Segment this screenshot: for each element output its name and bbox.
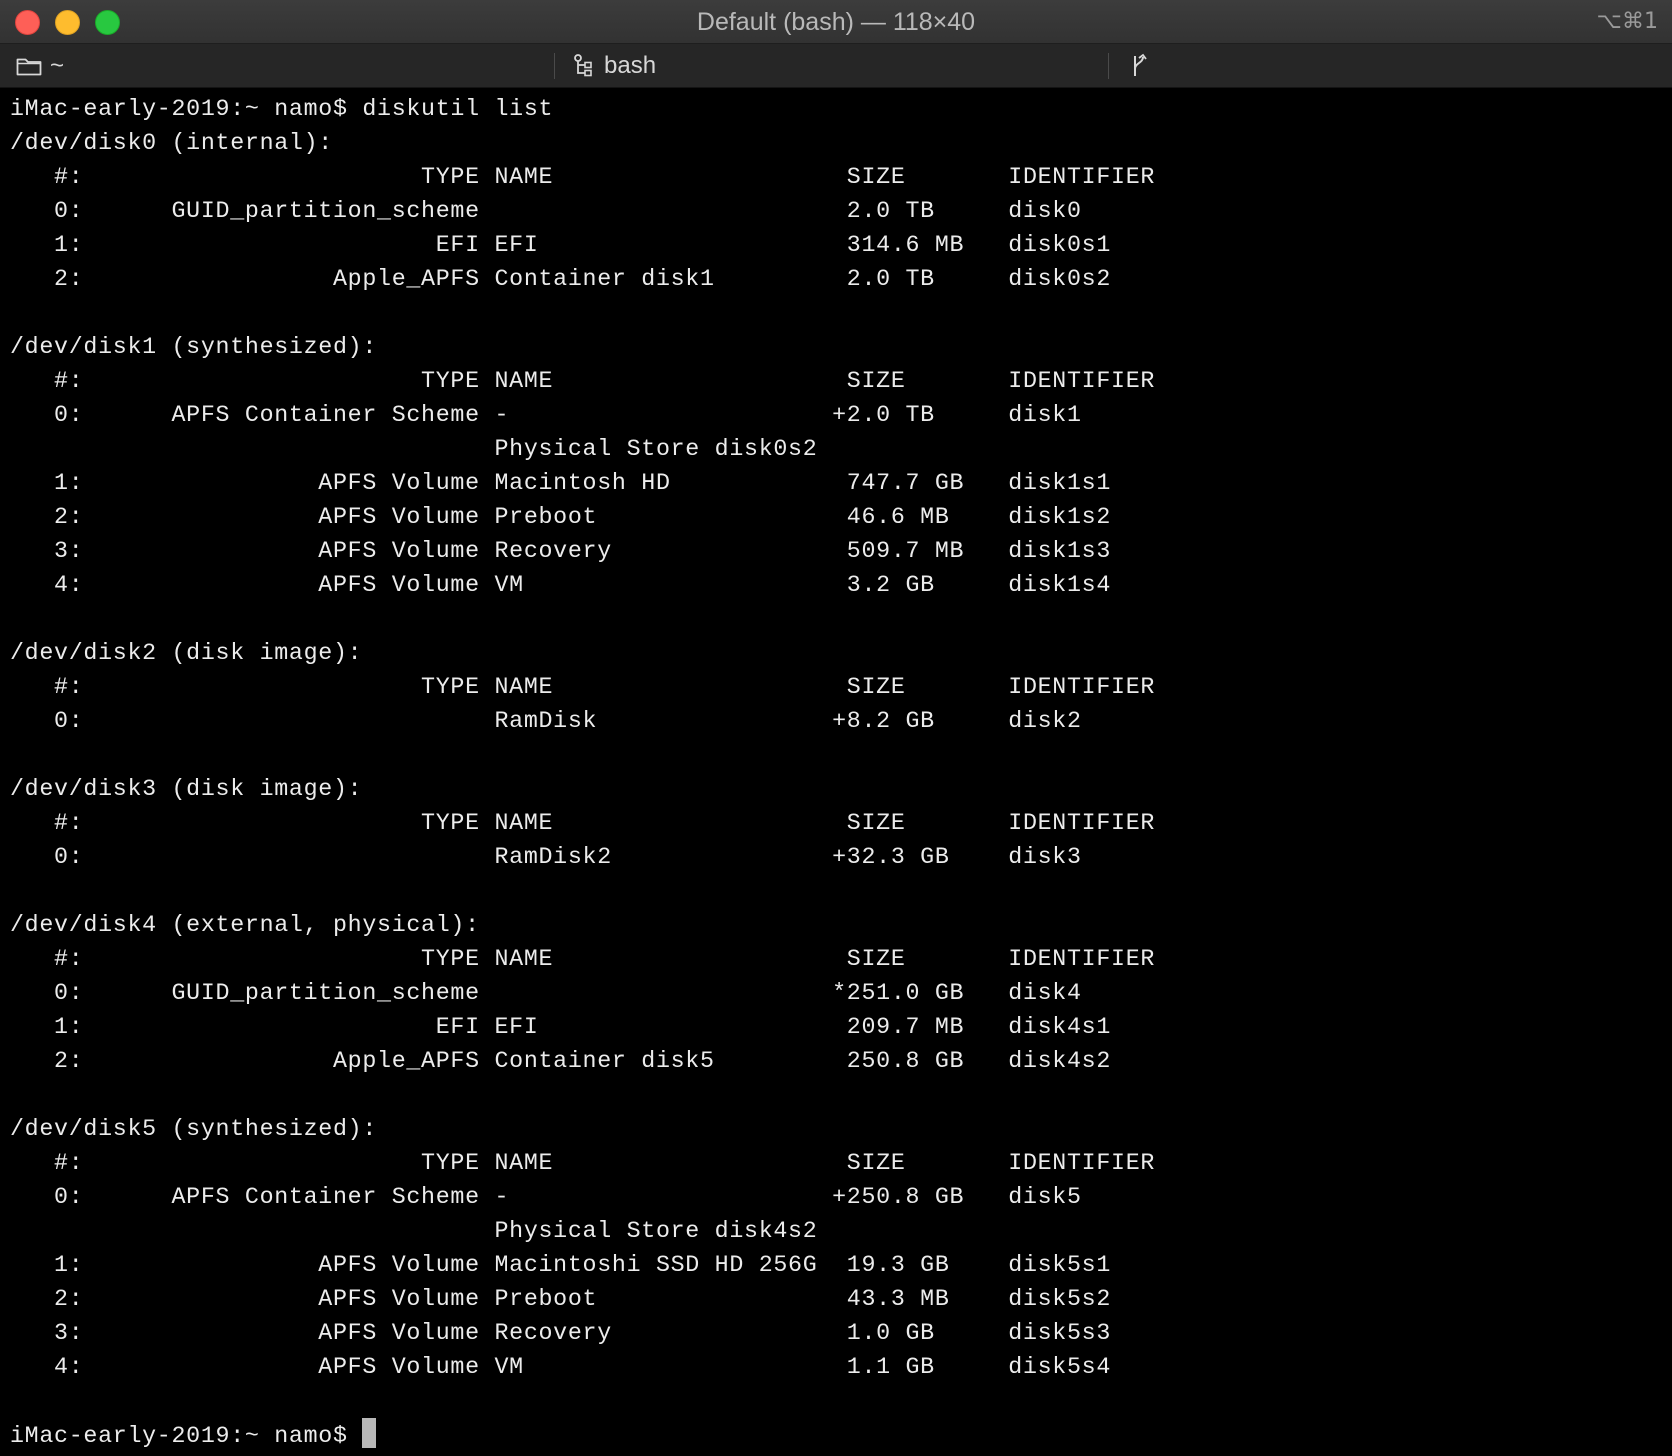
output-line: #: TYPE NAME SIZE IDENTIFIER	[10, 674, 1156, 700]
output-line: 1: EFI EFI 209.7 MB disk4s1	[10, 1014, 1112, 1040]
output-line: 3: APFS Volume Recovery 509.7 MB disk1s3	[10, 538, 1112, 564]
output-line: /dev/disk2 (disk image):	[10, 640, 363, 666]
process-label: bash	[604, 51, 657, 79]
output-line: #: TYPE NAME SIZE IDENTIFIER	[10, 164, 1156, 190]
output-line: #: TYPE NAME SIZE IDENTIFIER	[10, 1150, 1156, 1176]
output-line: 4: APFS Volume VM 1.1 GB disk5s4	[10, 1354, 1112, 1380]
folder-icon	[16, 56, 42, 76]
output-line: /dev/disk4 (external, physical):	[10, 912, 480, 938]
cwd-segment[interactable]: ~	[16, 44, 64, 87]
output-line: /dev/disk3 (disk image):	[10, 776, 363, 802]
output-line: 0: APFS Container Scheme - +250.8 GB dis…	[10, 1184, 1082, 1210]
terminal-output[interactable]: iMac-early-2019:~ namo$ diskutil list /d…	[10, 92, 1672, 1456]
output-line: 1: APFS Volume Macintosh HD 747.7 GB dis…	[10, 470, 1112, 496]
cwd-label: ~	[50, 51, 65, 79]
window-title: Default (bash) — 118×40	[696, 8, 976, 36]
output-line: 1: EFI EFI 314.6 MB disk0s1	[10, 232, 1112, 258]
output-line: #: TYPE NAME SIZE IDENTIFIER	[10, 810, 1156, 836]
output-lines: /dev/disk0 (internal): #: TYPE NAME SIZE…	[10, 126, 1672, 1418]
prompt-text: iMac-early-2019:~ namo$	[10, 1423, 363, 1449]
output-line: 4: APFS Volume VM 3.2 GB disk1s4	[10, 572, 1112, 598]
git-branch-segment[interactable]	[1130, 44, 1150, 87]
output-line: 2: APFS Volume Preboot 43.3 MB disk5s2	[10, 1286, 1112, 1312]
prompt-line[interactable]: iMac-early-2019:~ namo$	[10, 1418, 1672, 1452]
command-line: iMac-early-2019:~ namo$ diskutil list	[10, 96, 554, 122]
tab-divider	[554, 53, 555, 79]
output-line: 0: RamDisk +8.2 GB disk2	[10, 708, 1082, 734]
process-tree-icon	[572, 53, 594, 79]
output-line: 0: GUID_partition_scheme 2.0 TB disk0	[10, 198, 1082, 224]
output-line: 2: APFS Volume Preboot 46.6 MB disk1s2	[10, 504, 1112, 530]
window-shortcut: ⌥⌘1	[1596, 9, 1658, 34]
output-line: /dev/disk5 (synthesized):	[10, 1116, 378, 1142]
output-line: 0: GUID_partition_scheme *251.0 GB disk4	[10, 980, 1082, 1006]
output-line: Physical Store disk4s2	[10, 1218, 818, 1244]
terminal-window: Default (bash) — 118×40 ⌥⌘1 ~ bash iMac-…	[0, 0, 1672, 1456]
output-line: 0: RamDisk2 +32.3 GB disk3	[10, 844, 1082, 870]
process-segment[interactable]: bash	[572, 44, 656, 87]
tab-bar: ~ bash	[0, 44, 1672, 88]
output-line: 0: APFS Container Scheme - +2.0 TB disk1	[10, 402, 1082, 428]
output-line: 2: Apple_APFS Container disk1 2.0 TB dis…	[10, 266, 1112, 292]
output-line: Physical Store disk0s2	[10, 436, 818, 462]
output-line: #: TYPE NAME SIZE IDENTIFIER	[10, 368, 1156, 394]
output-line: #: TYPE NAME SIZE IDENTIFIER	[10, 946, 1156, 972]
output-line: /dev/disk0 (internal):	[10, 130, 333, 156]
output-line: 3: APFS Volume Recovery 1.0 GB disk5s3	[10, 1320, 1112, 1346]
git-branch-icon	[1130, 53, 1150, 79]
title-bar[interactable]: Default (bash) — 118×40 ⌥⌘1	[0, 0, 1672, 44]
output-line: 2: Apple_APFS Container disk5 250.8 GB d…	[10, 1048, 1112, 1074]
output-line: /dev/disk1 (synthesized):	[10, 334, 378, 360]
text-cursor	[362, 1418, 377, 1448]
tab-divider	[1108, 53, 1109, 79]
output-line: 1: APFS Volume Macintoshi SSD HD 256G 19…	[10, 1252, 1112, 1278]
